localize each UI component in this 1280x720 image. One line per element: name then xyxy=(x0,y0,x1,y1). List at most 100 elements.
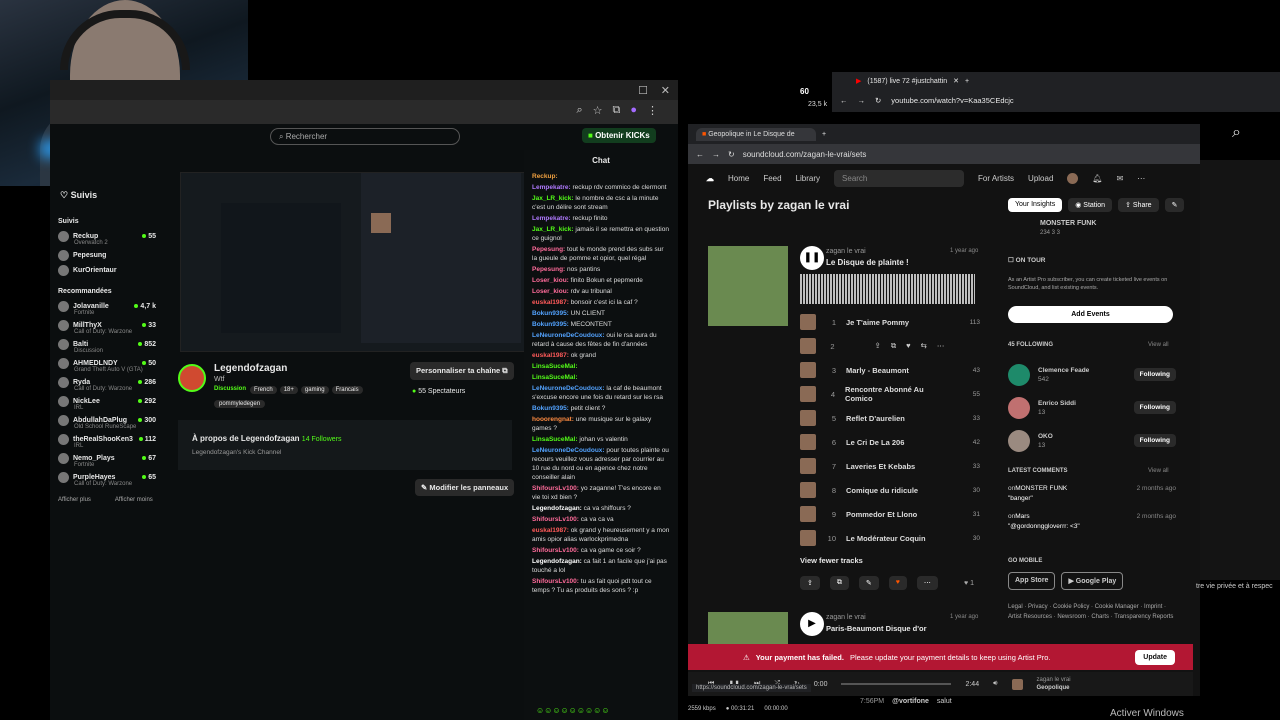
chat-username[interactable]: Bokun9395: xyxy=(532,310,569,317)
track-action-icon[interactable]: ♥ xyxy=(906,341,910,351)
back-icon[interactable]: ← xyxy=(696,150,704,159)
track-title[interactable]: Pommedor Et Llono xyxy=(846,510,917,519)
tag[interactable]: pommyledegen xyxy=(214,400,266,408)
close-icon[interactable]: ✕ xyxy=(661,84,670,97)
track-title[interactable]: Rencontre Abonné Au Comico xyxy=(845,385,943,403)
chat-username[interactable]: Loser_kiou: xyxy=(532,277,569,284)
track-row[interactable]: 9 Pommedor Et Llono 31 xyxy=(800,502,980,526)
comment-track[interactable]: Mars xyxy=(1015,512,1029,522)
comment[interactable]: on Mars 2 months ago "@gordonnggloverrr: <… xyxy=(1008,512,1176,532)
extensions-icon[interactable]: ⧉ xyxy=(612,104,620,120)
nav-link[interactable]: Home xyxy=(728,174,749,183)
station-button[interactable]: ◉ Station xyxy=(1068,198,1113,212)
track-title[interactable]: Le Modérateur Coquin xyxy=(846,534,926,543)
track-row[interactable]: 7 Laveries Et Kebabs 33 xyxy=(800,454,980,478)
track-row[interactable]: 4 Rencontre Abonné Au Comico 55 xyxy=(800,382,980,406)
profile-icon[interactable]: ● xyxy=(630,104,637,120)
upload-link[interactable]: Upload xyxy=(1028,174,1053,183)
chat-username[interactable]: LinsaSuceMal: xyxy=(532,363,578,370)
more-icon[interactable]: ⋯ xyxy=(1137,174,1145,183)
track-action-icon[interactable]: ⇪ xyxy=(875,341,881,351)
track-row[interactable]: 6 Le Cri De La 206 42 xyxy=(800,430,980,454)
show-less-link[interactable]: Afficher moins xyxy=(115,497,153,503)
play-button[interactable]: ▶ xyxy=(800,612,824,636)
chat-username[interactable]: Reckup: xyxy=(532,173,558,180)
following-button[interactable]: Following xyxy=(1133,434,1176,447)
insights-button[interactable]: Your Insights xyxy=(1008,198,1063,212)
chat-username[interactable]: Legendofzagan: xyxy=(532,505,582,512)
obtain-kicks-button[interactable]: ■ Obtenir KICKs xyxy=(582,128,656,143)
track-title[interactable]: Comique du ridicule xyxy=(846,486,918,495)
track-row[interactable]: 1 Je T'aime Pommy 113 xyxy=(800,310,980,334)
now-playing-artwork[interactable] xyxy=(1011,678,1023,690)
track-row[interactable]: 10 Le Modérateur Coquin 30 xyxy=(800,526,980,550)
following-item[interactable]: Enrico Siddi 13 Following xyxy=(1008,391,1176,424)
following-item[interactable]: OKO 13 Following xyxy=(1008,424,1176,457)
add-events-button[interactable]: Add Events xyxy=(1008,306,1173,323)
track-action-icon[interactable]: ⇆ xyxy=(921,341,927,351)
chat-username[interactable]: Jax_LR_kick: xyxy=(532,195,574,202)
track-row[interactable]: 2 ⇪ ⧉ ♥ ⇆ ⋯ xyxy=(800,334,980,358)
stream-preview[interactable] xyxy=(180,172,525,352)
playlist-title[interactable]: Paris-Beaumont Disque d'or xyxy=(826,624,927,633)
user-name[interactable]: OKO xyxy=(1038,433,1053,440)
share-button[interactable]: ⇪ Share xyxy=(1118,198,1159,212)
tag[interactable]: French xyxy=(250,386,277,394)
new-tab-icon[interactable]: + xyxy=(965,78,969,85)
emote-bar[interactable]: ☺☺☺☺☺☺☺☺☺ xyxy=(536,706,610,715)
chat-username[interactable]: ShifoursLv100: xyxy=(532,516,579,523)
chat-username[interactable]: LeNeuroneDeCoudoux: xyxy=(532,332,605,339)
track-link[interactable]: MONSTER FUNK xyxy=(1040,220,1220,227)
progress-bar[interactable] xyxy=(841,683,952,685)
sidebar-channel[interactable]: KurOrientaur xyxy=(50,263,162,278)
back-icon[interactable]: ← xyxy=(840,96,848,105)
tag[interactable]: Francais xyxy=(331,386,363,394)
mail-icon[interactable]: ✉︎ xyxy=(1117,174,1124,183)
chat-username[interactable]: Bokun9395: xyxy=(532,405,569,412)
menu-icon[interactable]: ⋮ xyxy=(647,104,658,120)
track-title[interactable]: Le Cri De La 206 xyxy=(846,438,904,447)
tag[interactable]: 18+ xyxy=(279,386,298,394)
chat-username[interactable]: LinsaSuceMal: xyxy=(532,374,578,381)
chat-username[interactable]: Loser_kiou: xyxy=(532,288,569,295)
sidebar-channel[interactable]: Pepesung xyxy=(50,248,162,263)
chat-username[interactable]: LeNeuroneDeCoudoux: xyxy=(532,385,605,392)
chat-username[interactable]: euskal1987: xyxy=(532,352,569,359)
update-button[interactable]: Update xyxy=(1135,649,1175,665)
for-artists-link[interactable]: For Artists xyxy=(978,174,1014,183)
user-name[interactable]: Clemence Feade xyxy=(1038,367,1089,374)
chat-username[interactable]: euskal1987: xyxy=(532,299,569,306)
nav-link[interactable]: Library xyxy=(796,174,820,183)
bell-icon[interactable]: 🔔︎ xyxy=(1092,174,1102,183)
chat-username[interactable]: Pepesung: xyxy=(532,246,565,253)
playlist-title[interactable]: Le Disque de plainte ! xyxy=(826,258,909,267)
chat-username[interactable]: ShifoursLv100: xyxy=(532,547,579,554)
google-play-badge[interactable]: ▶ Google Play xyxy=(1061,572,1124,590)
waveform[interactable] xyxy=(800,274,975,304)
search-icon[interactable]: ⌕ xyxy=(1232,124,1241,142)
nav-link[interactable]: Feed xyxy=(763,174,781,183)
maximize-icon[interactable]: ☐ xyxy=(638,84,648,97)
edit-panels-button[interactable]: ✎ Modifier les panneaux xyxy=(415,479,515,496)
footer-links[interactable]: Legal · Privacy · Cookie Policy · Cookie… xyxy=(1008,602,1180,622)
track-action-icon[interactable]: ⋯ xyxy=(937,341,945,351)
track-title[interactable]: Laveries Et Kebabs xyxy=(846,462,915,471)
now-playing[interactable]: zagan le vrai Geopolique xyxy=(1037,676,1071,692)
category-link[interactable]: Discussion xyxy=(214,386,246,394)
chat-username[interactable]: ShifoursLv100: xyxy=(532,485,579,492)
chat-username[interactable]: Lempekatre: xyxy=(532,215,571,222)
artist-name[interactable]: zagan le vrai xyxy=(826,248,866,255)
reload-icon[interactable]: ↻ xyxy=(875,96,881,105)
track-title[interactable]: Je T'aime Pommy xyxy=(846,318,909,327)
artist-name[interactable]: zagan le vrai xyxy=(826,614,866,621)
show-more-link[interactable]: Afficher plus xyxy=(58,497,91,503)
edit-icon[interactable]: ✎ xyxy=(858,576,879,590)
tag[interactable]: gaming xyxy=(300,386,329,394)
forward-icon[interactable]: → xyxy=(858,96,866,105)
chat-username[interactable]: hooorengnat: xyxy=(532,416,574,423)
track-title[interactable]: Marly - Beaumont xyxy=(846,366,909,375)
track-action-icon[interactable]: ⧉ xyxy=(891,341,896,351)
chat-username[interactable]: Legendofzagan: xyxy=(532,558,582,565)
star-icon[interactable]: ☆ xyxy=(593,104,603,120)
copy-icon[interactable]: ⧉ xyxy=(829,576,849,590)
